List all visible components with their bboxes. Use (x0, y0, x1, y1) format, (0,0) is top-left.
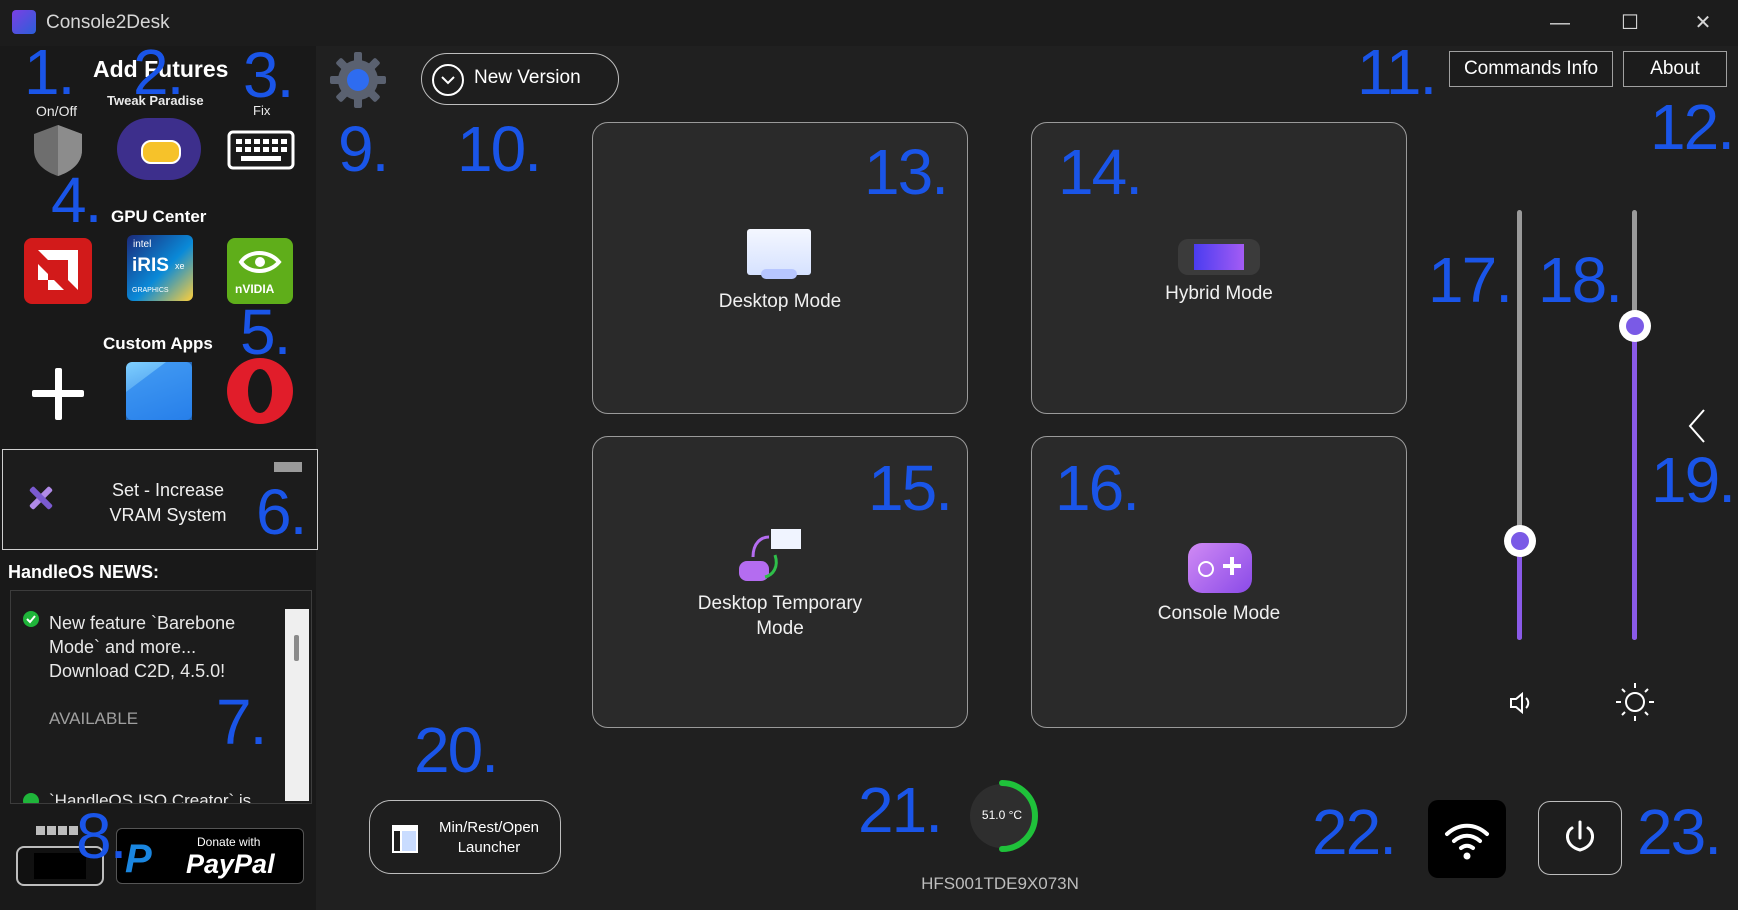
close-button[interactable]: ✕ (1683, 8, 1723, 38)
callout-6: 6. (256, 476, 307, 548)
callout-5: 5. (240, 296, 291, 368)
handheld-hybrid-icon (1178, 239, 1260, 275)
paypal-big-text: PayPal (186, 849, 275, 879)
scrollbar-thumb[interactable] (294, 635, 299, 661)
intel-main-text: iRIS (132, 255, 169, 276)
device-id: HFS001TDE9X073N (921, 874, 1079, 893)
callout-11: 11. (1357, 36, 1437, 108)
callout-8: 8. (76, 800, 127, 872)
check-icon (23, 793, 39, 803)
intel-top-text: intel (133, 239, 152, 250)
app-logo-icon (12, 10, 36, 34)
keyboard-fix-icon[interactable] (227, 130, 295, 175)
callout-21: 21. (858, 774, 943, 846)
callout-4: 4. (51, 164, 102, 236)
custom-apps-title: Custom Apps (103, 334, 213, 353)
tweak-paradise-button[interactable] (117, 118, 201, 180)
about-button[interactable]: About (1623, 51, 1727, 87)
volume-speaker-icon (1506, 688, 1536, 723)
maximize-button[interactable]: ☐ (1610, 8, 1650, 38)
swap-desktop-console-icon (735, 527, 805, 592)
window-title: Console2Desk (46, 12, 170, 33)
new-version-button[interactable]: New Version (421, 53, 619, 105)
callout-9: 9. (338, 113, 389, 185)
news-scrollbar[interactable] (285, 609, 309, 801)
battery-indicator-icon (36, 826, 80, 835)
paypal-logo-icon: P (125, 837, 152, 881)
callout-14: 14. (1058, 136, 1143, 208)
paypal-small-text: Donate with (197, 835, 261, 849)
desktop-mode-label: Desktop Mode (718, 291, 842, 312)
paypal-donate-button[interactable]: P Donate with PayPal (116, 828, 304, 884)
gpu-center-title: GPU Center (111, 207, 207, 226)
callout-16: 16. (1055, 452, 1140, 524)
callout-18: 18. (1538, 244, 1623, 316)
chevron-left-icon[interactable] (1686, 408, 1708, 449)
brightness-slider-thumb[interactable] (1619, 310, 1651, 342)
ram-chip-icon (274, 462, 302, 472)
callout-20: 20. (414, 714, 499, 786)
callout-23: 23. (1637, 796, 1722, 868)
brightness-slider[interactable] (1615, 210, 1655, 640)
amd-logo-icon (38, 250, 78, 290)
tools-icon (25, 482, 57, 519)
power-icon (1566, 820, 1594, 852)
callout-3: 3. (243, 39, 294, 111)
minimize-button[interactable]: — (1540, 8, 1580, 38)
launcher-toggle-button[interactable]: Min/Rest/Open Launcher (369, 800, 561, 874)
wifi-icon (1445, 823, 1489, 860)
callout-17: 17. (1428, 244, 1513, 316)
callout-22: 22. (1312, 796, 1397, 868)
intel-xe-text: xe (175, 261, 185, 271)
news-item1-line2: Mode` and more... (49, 637, 197, 657)
callout-15: 15. (868, 452, 953, 524)
volume-slider-thumb[interactable] (1504, 525, 1536, 557)
commands-info-button[interactable]: Commands Info (1449, 51, 1613, 87)
nvidia-text: nVIDIA (235, 282, 275, 296)
power-button[interactable] (1538, 801, 1622, 875)
callout-1: 1. (24, 36, 75, 108)
amd-button[interactable] (24, 238, 92, 304)
intel-bottom-text: GRAPHICS (132, 287, 169, 294)
chevron-down-icon (432, 64, 464, 96)
vram-line1: Set - Increase (111, 480, 225, 500)
news-item1-line1: New feature `Barebone (49, 613, 236, 633)
launcher-line1: Min/Rest/Open (438, 819, 540, 836)
custom-app-launcher-icon[interactable] (126, 362, 192, 420)
callout-2: 2. (133, 36, 184, 108)
callout-7: 7. (216, 686, 267, 758)
cloud-icon (141, 140, 181, 164)
window-layout-icon (392, 825, 418, 853)
temperature-value: 51.0 °C (981, 808, 1023, 822)
wifi-button[interactable] (1428, 800, 1506, 878)
add-app-plus-icon[interactable] (30, 366, 86, 422)
settings-gear-icon[interactable] (328, 50, 388, 115)
news-title: HandleOS NEWS: (8, 562, 160, 582)
temperature-gauge: 51.0 °C (968, 776, 1044, 865)
nvidia-button[interactable]: nVIDIA (227, 238, 293, 304)
callout-13: 13. (864, 136, 949, 208)
brightness-slider-fill (1632, 326, 1637, 640)
desktop-temporary-line1: Desktop Temporary (697, 593, 863, 614)
console-mode-label: Console Mode (1157, 603, 1281, 624)
gamepad-icon (1188, 543, 1252, 593)
callout-10: 10. (457, 113, 542, 185)
news-panel[interactable]: New feature `Barebone Mode` and more... … (10, 590, 312, 804)
hybrid-mode-label: Hybrid Mode (1165, 283, 1273, 304)
news-item1-line3: Download C2D, 4.5.0! (49, 661, 226, 681)
new-version-label: New Version (474, 67, 581, 88)
nvidia-eye-icon (238, 251, 282, 273)
brightness-sun-icon (1614, 681, 1656, 728)
news-item1-status: AVAILABLE (49, 709, 139, 728)
launcher-line2: Launcher (457, 839, 521, 856)
check-icon (23, 611, 39, 627)
intel-iris-button[interactable]: intel iRIS xe GRAPHICS (127, 235, 193, 301)
callout-19: 19. (1651, 444, 1736, 516)
vram-line2: VRAM System (109, 505, 227, 525)
desktop-temporary-line2: Mode (756, 618, 804, 639)
callout-12: 12. (1650, 91, 1735, 163)
